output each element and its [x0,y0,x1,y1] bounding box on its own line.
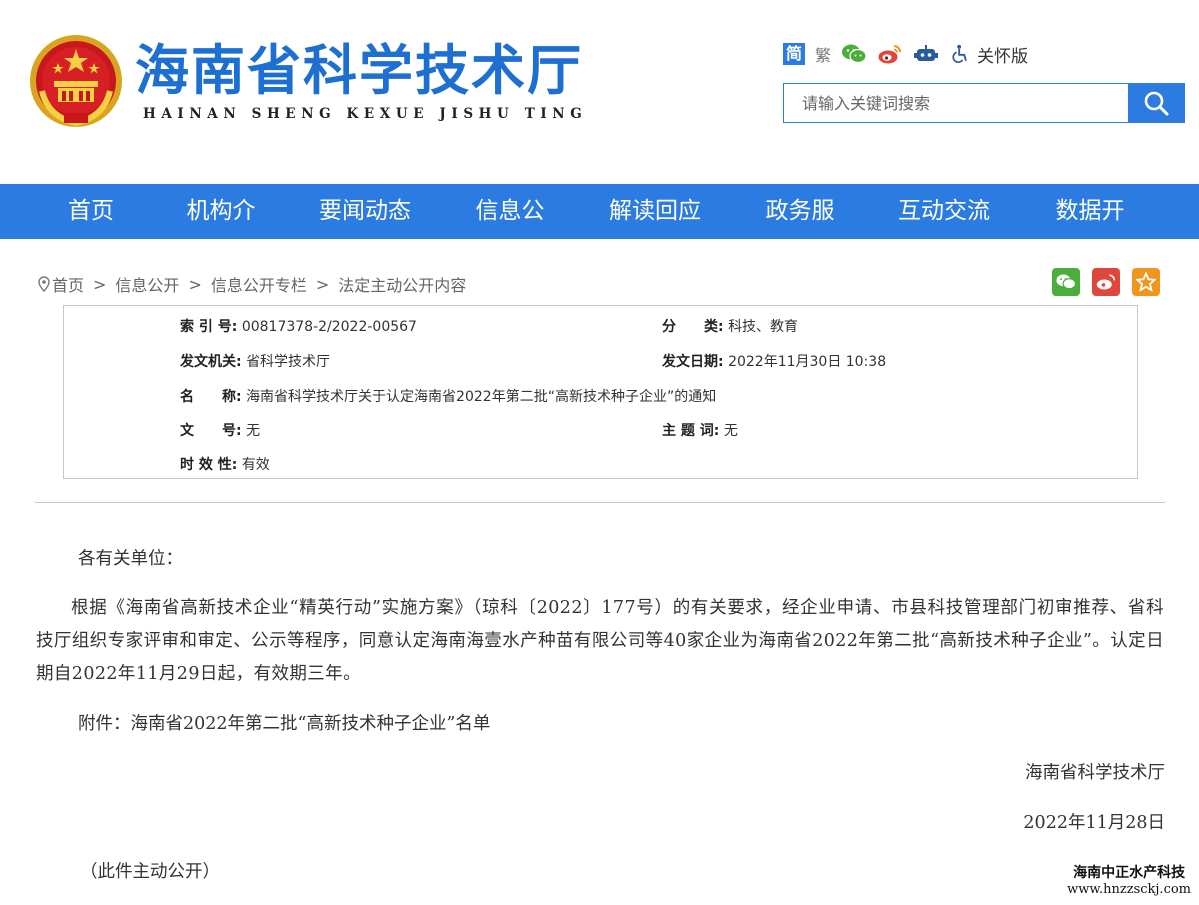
site-title: 海南省科学技术厅 [135,39,583,102]
category-row: 分 类: 科技、教育 [662,316,798,336]
signature: 海南省科学技术厅 [1025,763,1165,783]
simplified-chinese-toggle[interactable]: 简 [783,43,806,65]
search-box [783,83,1185,123]
salutation: 各有关单位： [78,549,183,569]
breadcrumb-separator: > [93,274,107,294]
nav-item-info-disclosure[interactable]: 信息公开 [470,184,550,279]
search-icon [1144,91,1169,116]
breadcrumb-info-column[interactable]: 信息公开专栏 [211,272,307,296]
star-icon [1136,272,1156,292]
nav-item-news[interactable]: 要闻动态 [260,184,470,239]
accessibility-icon[interactable] [949,42,971,66]
wechat-icon[interactable] [841,42,867,66]
nav-item-home[interactable]: 首页 [0,184,182,239]
sign-date: 2022年11月28日 [1023,813,1165,833]
validity-label: 时 效 性: [180,457,238,473]
top-tools: 简 繁 关怀版 [783,40,1028,68]
breadcrumb: 首页 > 信息公开 > 信息公开专栏 > 法定主动公开内容 [38,272,466,296]
search-input[interactable] [784,84,1128,122]
nav-item-interpretation[interactable]: 解读回应 [550,184,760,239]
breadcrumb-home[interactable]: 首页 [52,272,84,296]
validity-row: 时 效 性: 有效 [180,454,270,474]
site-header: 海南省科学技术厅 HAINAN SHENG KEXUE JISHU TING 简… [0,0,1199,184]
subject-value: 无 [723,423,738,439]
watermark-url: www.hnzzsckj.com [1067,882,1191,897]
traditional-chinese-toggle[interactable]: 繁 [815,42,831,66]
category-label: 分 类: [662,319,724,335]
nav-item-open-data[interactable]: 数据开放 [1048,184,1132,279]
robot-assistant-icon[interactable] [913,42,939,66]
national-emblem-icon [30,35,122,127]
weibo-icon [1096,274,1116,290]
index-number-row: 索 引 号: 00817378-2/2022-00567 [180,316,417,336]
main-nav: 首页 机构介绍 要闻动态 信息公开 解读回应 政务服务 互动交流 数据开放 [0,184,1199,279]
breadcrumb-info-disclosure[interactable]: 信息公开 [115,272,179,296]
share-wechat-button[interactable] [1052,268,1080,296]
content-divider [35,502,1165,503]
favorite-button[interactable] [1132,268,1160,296]
document-number-value: 无 [246,423,261,439]
breadcrumb-separator: > [315,274,330,294]
watermark: 海南中正水产科技 www.hnzzsckj.com [1067,862,1191,897]
index-number-value: 00817378-2/2022-00567 [241,319,417,335]
main-paragraph: 根据《海南省高新技术企业“精英行动”实施方案》（琼科〔2022〕177号）的有关… [36,598,1164,684]
validity-value: 有效 [241,457,270,473]
location-pin-icon [38,276,50,292]
document-number-row: 文 号: 无 [180,420,260,440]
issue-date-value: 2022年11月30日 10:38 [728,354,887,370]
nav-item-about[interactable]: 机构介绍 [182,184,260,279]
document-number-label: 文 号: [180,423,242,439]
issue-date-label: 发文日期: [662,354,724,370]
subject-label: 主 题 词: [662,423,720,439]
title-row: 名 称: 海南省科学技术厅关于认定海南省2022年第二批“高新技术种子企业”的通… [180,386,716,406]
issue-date-row: 发文日期: 2022年11月30日 10:38 [662,351,886,371]
title-label: 名 称: [180,389,242,405]
share-weibo-button[interactable] [1092,268,1120,296]
subject-row: 主 题 词: 无 [662,420,738,440]
title-value: 海南省科学技术厅关于认定海南省2022年第二批“高新技术种子企业”的通知 [246,389,717,405]
care-mode-link[interactable]: 关怀版 [977,42,1028,67]
breadcrumb-separator: > [188,274,202,294]
weibo-icon[interactable] [877,42,903,66]
disclosure-note: （此件主动公开） [80,862,220,882]
watermark-name: 海南中正水产科技 [1073,865,1186,881]
document-info-box: 索 引 号: 00817378-2/2022-00567 分 类: 科技、教育 … [63,305,1138,479]
breadcrumb-current[interactable]: 法定主动公开内容 [338,272,466,296]
issuer-row: 发文机关: 省科学技术厅 [180,351,330,371]
wechat-icon [1056,274,1077,290]
nav-item-interaction[interactable]: 互动交流 [840,184,1048,239]
site-pinyin: HAINAN SHENG KEXUE JISHU TING [143,106,588,122]
attachment-link[interactable]: 附件：海南省2022年第二批“高新技术种子企业”名单 [78,708,490,741]
index-number-label: 索 引 号: [180,319,238,335]
search-button[interactable] [1128,84,1184,122]
issuer-label: 发文机关: [180,354,242,370]
nav-item-services[interactable]: 政务服务 [760,184,840,279]
category-value: 科技、教育 [728,319,799,335]
issuer-value: 省科学技术厅 [246,354,331,370]
